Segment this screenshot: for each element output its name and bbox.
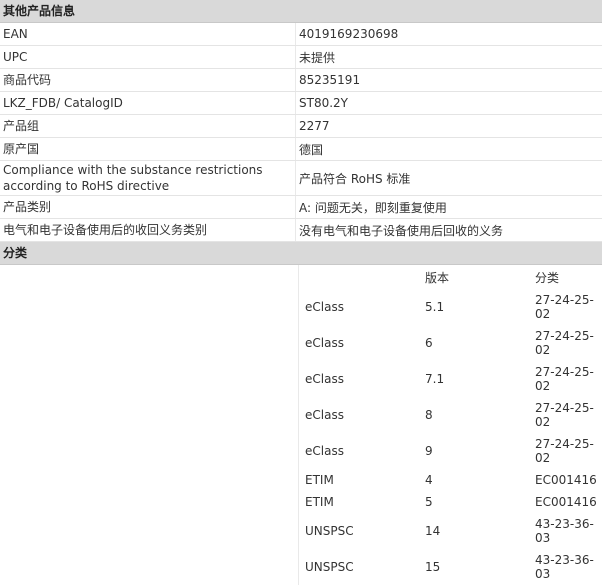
classification-row: eClass 5.1 27-24-25-02 [299, 289, 602, 325]
class-version: 9 [425, 444, 433, 458]
info-value: 2277 [299, 119, 330, 133]
info-row-product-category: 产品类别 A: 问题无关，即刻重复使用 [0, 196, 602, 219]
class-code: EC001416 [535, 473, 597, 487]
col-version: 版本 [425, 270, 450, 285]
info-value: A: 问题无关，即刻重复使用 [299, 200, 447, 215]
info-label: 原产国 [0, 138, 296, 160]
classification-section: 版本 分类 eClass 5.1 27-24-25-02 eClass 6 27… [0, 265, 602, 585]
classification-row: ETIM 4 EC001416 [299, 469, 602, 491]
class-code: 27-24-25-02 [535, 365, 594, 393]
class-code: 43-23-36-03 [535, 517, 594, 545]
info-row-rohs: Compliance with the substance restrictio… [0, 161, 602, 196]
class-system: ETIM [305, 495, 334, 509]
info-label: 产品类别 [0, 196, 296, 218]
classification-row: UNSPSC 14 43-23-36-03 [299, 513, 602, 549]
info-label: EAN [0, 23, 296, 45]
class-system: UNSPSC [305, 524, 354, 538]
class-version: 6 [425, 336, 433, 350]
col-system [299, 265, 425, 289]
class-code: EC001416 [535, 495, 597, 509]
info-label: Compliance with the substance restrictio… [0, 161, 296, 195]
info-label: UPC [0, 46, 296, 68]
info-row-product-group: 产品组 2277 [0, 115, 602, 138]
info-value: 德国 [299, 142, 324, 157]
product-info-panel: 其他产品信息 EAN 4019169230698 UPC 未提供 商品代码 85… [0, 0, 602, 585]
info-label: LKZ_FDB/ CatalogID [0, 92, 296, 114]
class-code: 27-24-25-02 [535, 329, 594, 357]
info-label: 商品代码 [0, 69, 296, 91]
classification-row: ETIM 5 EC001416 [299, 491, 602, 513]
info-value: ST80.2Y [299, 96, 348, 110]
info-value: 未提供 [299, 50, 336, 65]
col-class: 分类 [535, 270, 560, 285]
info-value: 产品符合 RoHS 标准 [299, 171, 411, 186]
class-version: 4 [425, 473, 433, 487]
class-system: eClass [305, 300, 344, 314]
info-value: 4019169230698 [299, 27, 399, 41]
info-label: 电气和电子设备使用后的收回义务类别 [0, 219, 296, 241]
info-value: 85235191 [299, 73, 361, 87]
info-row-upc: UPC 未提供 [0, 46, 602, 69]
info-row-weee-category: 电气和电子设备使用后的收回义务类别 没有电气和电子设备使用后回收的义务 [0, 219, 602, 242]
class-version: 7.1 [425, 372, 445, 386]
class-version: 8 [425, 408, 433, 422]
class-code: 27-24-25-02 [535, 401, 594, 429]
class-code: 43-23-36-03 [535, 553, 594, 581]
classification-row: eClass 6 27-24-25-02 [299, 325, 602, 361]
class-version: 14 [425, 524, 441, 538]
classification-header: 分类 [0, 242, 602, 265]
info-row-catalog-id: LKZ_FDB/ CatalogID ST80.2Y [0, 92, 602, 115]
classification-table: 版本 分类 eClass 5.1 27-24-25-02 eClass 6 27… [299, 265, 602, 585]
class-version: 15 [425, 560, 441, 574]
class-version: 5.1 [425, 300, 445, 314]
classification-row: eClass 9 27-24-25-02 [299, 433, 602, 469]
class-system: ETIM [305, 473, 334, 487]
class-code: 27-24-25-02 [535, 293, 594, 321]
classification-row: eClass 8 27-24-25-02 [299, 397, 602, 433]
class-system: eClass [305, 336, 344, 350]
info-value: 没有电气和电子设备使用后回收的义务 [299, 223, 504, 238]
class-code: 27-24-25-02 [535, 437, 594, 465]
info-row-commodity-code: 商品代码 85235191 [0, 69, 602, 92]
info-label: 产品组 [0, 115, 296, 137]
classification-spacer [0, 265, 299, 585]
class-system: eClass [305, 408, 344, 422]
info-row-ean: EAN 4019169230698 [0, 23, 602, 46]
info-row-country-of-origin: 原产国 德国 [0, 138, 602, 161]
class-system: eClass [305, 444, 344, 458]
class-system: eClass [305, 372, 344, 386]
class-system: UNSPSC [305, 560, 354, 574]
other-info-header: 其他产品信息 [0, 0, 602, 23]
class-version: 5 [425, 495, 433, 509]
classification-table-header: 版本 分类 [299, 265, 602, 289]
classification-row: UNSPSC 15 43-23-36-03 [299, 549, 602, 585]
classification-row: eClass 7.1 27-24-25-02 [299, 361, 602, 397]
